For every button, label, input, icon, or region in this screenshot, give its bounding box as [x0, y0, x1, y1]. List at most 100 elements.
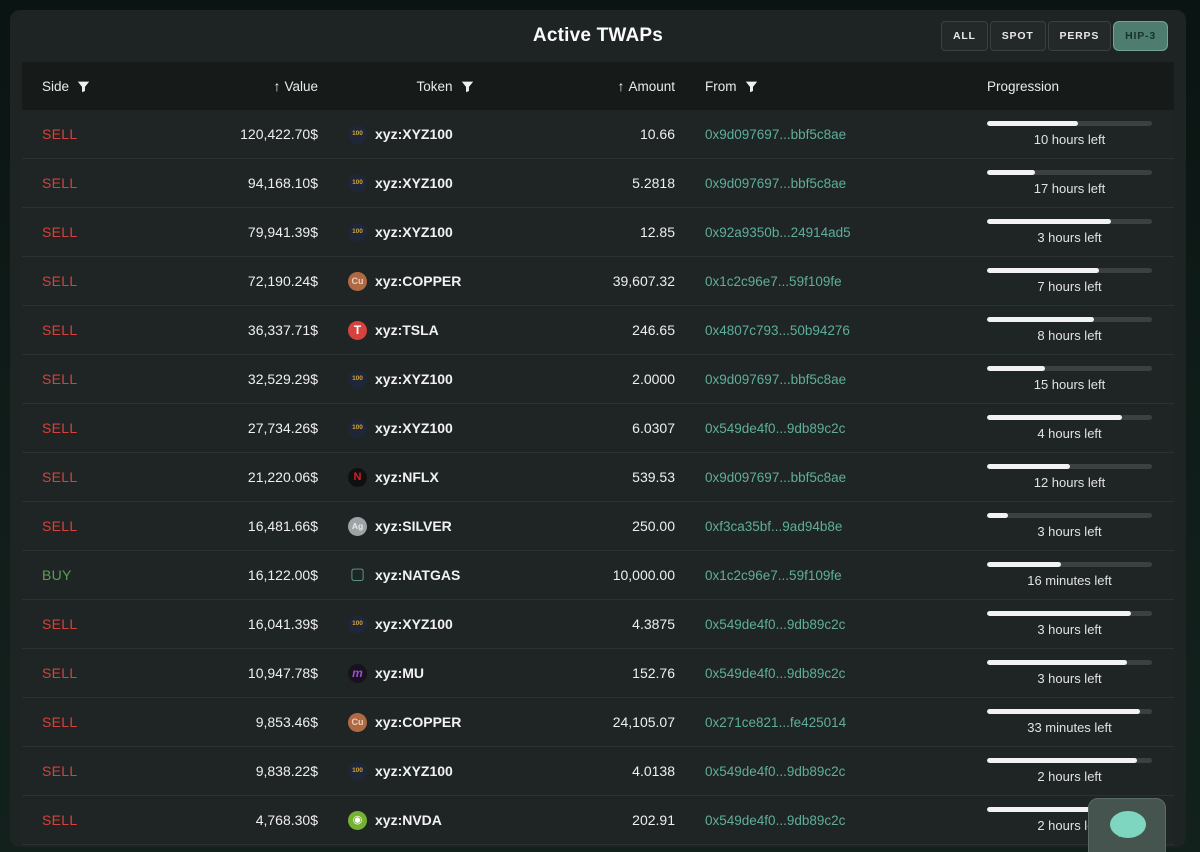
token-label: xyz:NVDA [375, 812, 442, 828]
progression-cell: 15 hours left [935, 366, 1174, 392]
from-address-link[interactable]: 0x549de4f0...9db89c2c [687, 666, 935, 681]
xyz100-token-icon: 100 [348, 761, 367, 781]
from-address-link[interactable]: 0x549de4f0...9db89c2c [687, 617, 935, 632]
from-address-link[interactable]: 0x9d097697...bbf5c8ae [687, 127, 935, 142]
progress-bar-fill [987, 415, 1123, 420]
progression-cell: 3 hours left [935, 513, 1174, 539]
filter-tab-group: ALL SPOT PERPS HIP-3 [940, 21, 1168, 51]
progress-bar [987, 366, 1152, 371]
side-label: SELL [42, 812, 78, 828]
nvidia-token-icon: ◉ [348, 810, 367, 830]
progression-cell: 2 hours left [935, 758, 1174, 784]
token-cell: 100 xyz:XYZ100 [330, 222, 560, 242]
token-label: xyz:TSLA [375, 322, 439, 338]
twap-row: SELL 36,337.71$ T xyz:TSLA 246.65 0x4807… [22, 306, 1174, 355]
time-left-label: 16 minutes left [1027, 573, 1112, 588]
value-cell: 120,422.70$ [240, 126, 318, 142]
time-left-label: 4 hours left [1037, 426, 1102, 441]
copper-token-icon: Cu [348, 271, 367, 291]
filter-tab-all[interactable]: ALL [940, 21, 988, 51]
from-address-link[interactable]: 0x4807c793...50b94276 [687, 323, 935, 338]
amount-cell: 152.76 [632, 665, 675, 681]
token-label: xyz:XYZ100 [375, 126, 453, 142]
twap-row: SELL 27,734.26$ 100 xyz:XYZ100 6.0307 0x… [22, 404, 1174, 453]
token-cell: Cu xyz:COPPER [330, 271, 560, 291]
active-twaps-panel: Active TWAPs ALL SPOT PERPS HIP-3 Side ↑ Va… [10, 10, 1186, 847]
value-cell: 10,947.78$ [247, 665, 318, 681]
from-address-link[interactable]: 0x9d097697...bbf5c8ae [687, 470, 935, 485]
side-filter-icon[interactable] [77, 80, 90, 93]
progress-bar-fill [987, 170, 1035, 175]
from-address-link[interactable]: 0x549de4f0...9db89c2c [687, 421, 935, 436]
column-header-amount-sort[interactable]: ↑ Amount [560, 78, 687, 94]
xyz100-token-icon: 100 [348, 173, 367, 193]
from-address-link[interactable]: 0x549de4f0...9db89c2c [687, 813, 935, 828]
token-cell: 100 xyz:XYZ100 [330, 369, 560, 389]
token-filter-icon[interactable] [461, 80, 474, 93]
token-label: xyz:XYZ100 [375, 763, 453, 779]
column-header-value: Value [284, 78, 318, 94]
amount-cell: 39,607.32 [612, 273, 675, 289]
token-label: xyz:SILVER [375, 518, 452, 534]
chat-button[interactable] [1088, 798, 1166, 852]
progression-cell: 10 hours left [935, 121, 1174, 147]
from-address-link[interactable]: 0x1c2c96e7...59f109fe [687, 274, 935, 289]
side-label: SELL [42, 420, 78, 436]
side-label: SELL [42, 665, 78, 681]
from-address-link[interactable]: 0x92a9350b...24914ad5 [687, 225, 935, 240]
progress-bar-fill [987, 464, 1070, 469]
from-filter-icon[interactable] [745, 80, 758, 93]
token-cell: 100 xyz:XYZ100 [330, 761, 560, 781]
filter-tab-spot[interactable]: SPOT [989, 21, 1046, 51]
progress-bar [987, 415, 1152, 420]
progress-bar [987, 660, 1152, 665]
title-bar: Active TWAPs ALL SPOT PERPS HIP-3 [10, 10, 1186, 62]
silver-token-icon: Ag [348, 516, 367, 536]
filter-tab-hip-3[interactable]: HIP-3 [1113, 21, 1168, 51]
from-address-link[interactable]: 0x271ce821...fe425014 [687, 715, 935, 730]
side-label: SELL [42, 469, 78, 485]
twap-row: BUY 16,122.00$ ▢ xyz:NATGAS 10,000.00 0x… [22, 551, 1174, 600]
progress-bar [987, 709, 1152, 714]
progress-bar-fill [987, 709, 1141, 714]
time-left-label: 12 hours left [1033, 475, 1106, 490]
tesla-token-icon: T [348, 320, 367, 340]
progression-cell: 3 hours left [935, 660, 1174, 686]
token-label: xyz:COPPER [375, 714, 462, 730]
time-left-label: 3 hours left [1037, 524, 1102, 539]
time-left-label: 17 hours left [1033, 181, 1106, 196]
copper-token-icon: Cu [348, 712, 367, 732]
progress-bar-fill [987, 513, 1009, 518]
value-cell: 16,122.00$ [247, 567, 318, 583]
value-cell: 21,220.06$ [247, 469, 318, 485]
from-address-link[interactable]: 0xf3ca35bf...9ad94b8e [687, 519, 935, 534]
side-label: SELL [42, 224, 78, 240]
twap-row: SELL 120,422.70$ 100 xyz:XYZ100 10.66 0x… [22, 110, 1174, 159]
progress-bar-fill [987, 611, 1131, 616]
chat-bubble-icon [1110, 811, 1146, 838]
value-cell: 94,168.10$ [247, 175, 318, 191]
amount-cell: 2.0000 [632, 371, 675, 387]
column-header-value-sort[interactable]: ↑ Value [140, 78, 330, 94]
sort-ascending-icon: ↑ [617, 78, 625, 94]
amount-cell: 4.3875 [632, 616, 675, 632]
value-cell: 9,853.46$ [255, 714, 318, 730]
filter-tab-perps[interactable]: PERPS [1047, 21, 1112, 51]
twap-row: SELL 9,838.22$ 100 xyz:XYZ100 4.0138 0x5… [22, 747, 1174, 796]
column-header-amount: Amount [628, 78, 675, 94]
progression-cell: 4 hours left [935, 415, 1174, 441]
from-address-link[interactable]: 0x1c2c96e7...59f109fe [687, 568, 935, 583]
amount-cell: 10,000.00 [612, 567, 675, 583]
table-body: SELL 120,422.70$ 100 xyz:XYZ100 10.66 0x… [22, 110, 1174, 847]
twap-row: SELL 16,481.66$ Ag xyz:SILVER 250.00 0xf… [22, 502, 1174, 551]
progress-bar-fill [987, 268, 1100, 273]
side-label: SELL [42, 371, 78, 387]
progress-bar-fill [987, 219, 1111, 224]
twap-row: SELL 9,853.46$ Cu xyz:COPPER 24,105.07 0… [22, 698, 1174, 747]
from-address-link[interactable]: 0x549de4f0...9db89c2c [687, 764, 935, 779]
amount-cell: 4.0138 [632, 763, 675, 779]
xyz100-token-icon: 100 [348, 124, 367, 144]
from-address-link[interactable]: 0x9d097697...bbf5c8ae [687, 372, 935, 387]
twap-row: SELL 32,529.29$ 100 xyz:XYZ100 2.0000 0x… [22, 355, 1174, 404]
from-address-link[interactable]: 0x9d097697...bbf5c8ae [687, 176, 935, 191]
